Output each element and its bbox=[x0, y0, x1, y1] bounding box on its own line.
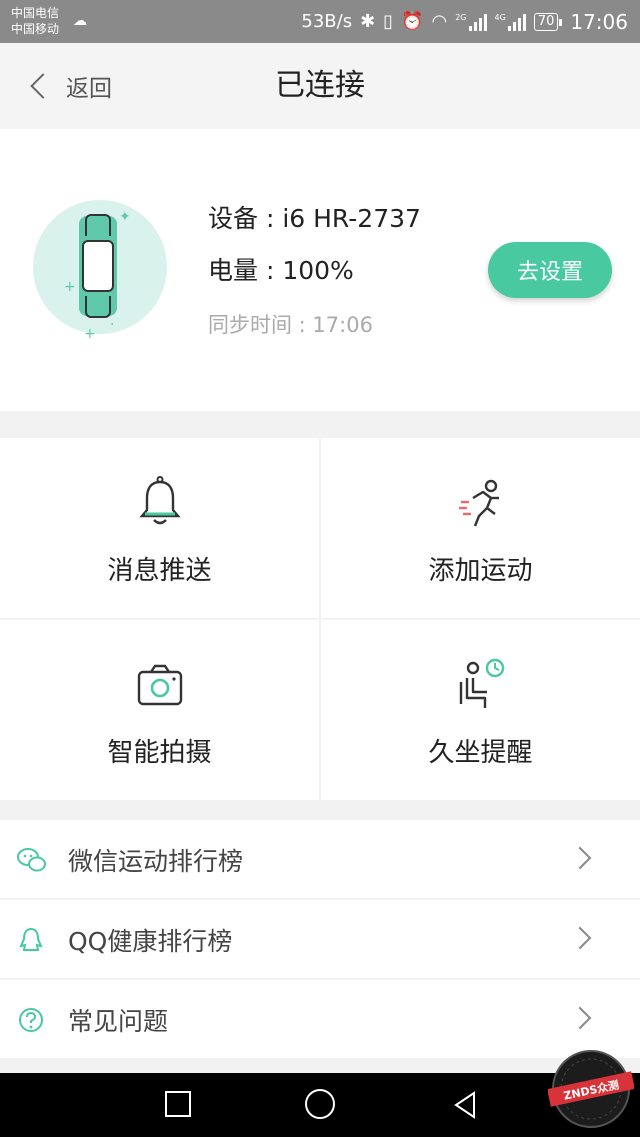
carrier-1: 中国电信 bbox=[11, 6, 60, 20]
status-bar: 中国电信 中国移动 ☁ 53B/s ✱ ▯ ⏰ ◠ 2G 4G 70 17:06 bbox=[0, 0, 640, 43]
feature-message-push[interactable]: 消息推送 bbox=[0, 438, 319, 618]
carrier-2: 中国移动 bbox=[11, 22, 60, 36]
running-icon bbox=[458, 479, 499, 527]
feature-grid: 消息推送 添加运动 智能拍摄 久坐提醒 bbox=[0, 438, 640, 802]
system-nav-bar bbox=[0, 1073, 640, 1137]
battery-indicator: 70 bbox=[533, 12, 562, 31]
bell-icon bbox=[138, 476, 181, 525]
net-type-1: 2G bbox=[455, 12, 467, 22]
signal-icon-2: 4G bbox=[495, 13, 526, 31]
page-title: 已连接 bbox=[275, 68, 365, 103]
recent-apps-button[interactable] bbox=[165, 1091, 191, 1117]
vibrate-icon: ▯ bbox=[383, 11, 394, 32]
go-settings-button[interactable]: 去设置 bbox=[488, 242, 612, 298]
weather-cloud-icon: ☁ bbox=[73, 13, 87, 29]
carrier-info: 中国电信 中国移动 bbox=[11, 5, 59, 37]
list-item-qq-ranking[interactable]: QQ健康排行榜 bbox=[0, 900, 640, 978]
sparkle-icon: · bbox=[110, 317, 115, 333]
qq-icon bbox=[19, 927, 43, 951]
net-speed: 53B/s bbox=[301, 11, 353, 32]
feature-smart-camera[interactable]: 智能拍摄 bbox=[0, 620, 319, 800]
list-item-label: QQ健康排行榜 bbox=[68, 927, 233, 956]
camera-icon bbox=[137, 664, 182, 706]
list-item-wechat-ranking[interactable]: 微信运动排行榜 bbox=[0, 820, 640, 898]
sedentary-reminder-icon bbox=[459, 658, 504, 708]
sparkle-icon: + bbox=[84, 326, 96, 342]
device-battery: 电量 : 100% bbox=[208, 256, 354, 285]
home-button[interactable] bbox=[305, 1089, 335, 1119]
back-nav-button[interactable] bbox=[450, 1090, 480, 1120]
list-item-faq[interactable]: 常见问题 bbox=[0, 980, 640, 1058]
feature-sedentary-reminder[interactable]: 久坐提醒 bbox=[321, 620, 640, 800]
question-icon bbox=[19, 1008, 43, 1032]
status-indicators: 53B/s ✱ ▯ ⏰ ◠ 2G 4G 70 17:06 bbox=[301, 0, 628, 43]
feature-add-sport[interactable]: 添加运动 bbox=[321, 438, 640, 618]
alarm-icon: ⏰ bbox=[401, 11, 424, 32]
chevron-right-icon bbox=[568, 926, 592, 950]
net-type-2: 4G bbox=[494, 12, 506, 22]
chevron-right-icon bbox=[568, 1006, 592, 1030]
fitness-band-icon bbox=[79, 214, 117, 318]
device-sync-time: 同步时间 : 17:06 bbox=[208, 313, 373, 337]
wifi-icon: ◠ bbox=[431, 11, 448, 32]
feature-label: 添加运动 bbox=[428, 556, 533, 586]
device-card: ✦ + + · 设备 : i6 HR-2737 电量 : 100% 同步时间 :… bbox=[0, 129, 640, 411]
feature-label: 消息推送 bbox=[107, 556, 212, 586]
list-item-label: 常见问题 bbox=[68, 1007, 169, 1036]
list-item-label: 微信运动排行榜 bbox=[68, 847, 244, 876]
device-name: 设备 : i6 HR-2737 bbox=[208, 204, 421, 233]
status-time: 17:06 bbox=[570, 9, 628, 34]
page-header: 返回 已连接 bbox=[0, 43, 640, 129]
feature-label: 久坐提醒 bbox=[428, 738, 533, 768]
znds-watermark-logo: ZNDS众测 bbox=[548, 1050, 634, 1128]
wechat-icon bbox=[17, 848, 46, 872]
sparkle-icon: ✦ bbox=[119, 209, 131, 225]
bluetooth-icon: ✱ bbox=[360, 11, 376, 32]
chevron-right-icon bbox=[568, 846, 592, 870]
sparkle-icon: + bbox=[64, 279, 76, 295]
feature-label: 智能拍摄 bbox=[107, 738, 212, 768]
signal-icon-1: 2G bbox=[455, 12, 487, 31]
